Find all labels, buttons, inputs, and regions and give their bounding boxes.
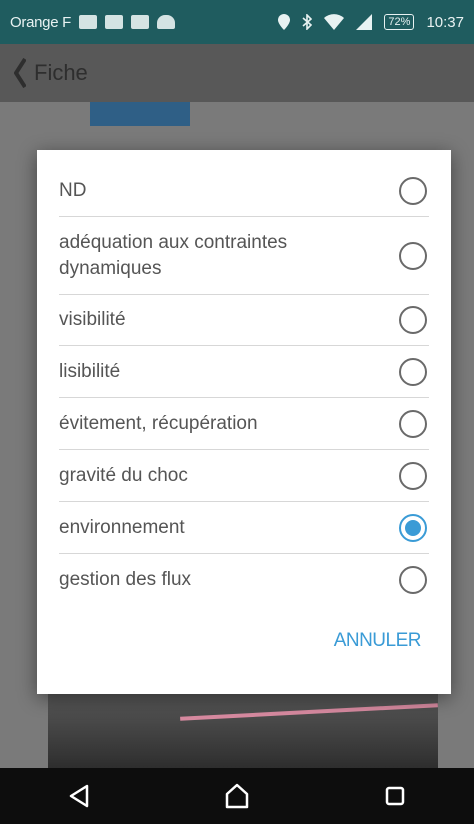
choice-dialog: ND adéquation aux contraintes dynamiques v… [37,150,451,694]
option-label: gravité du choc [59,464,188,486]
option-row[interactable]: lisibilité [59,346,429,398]
background-button [90,102,190,126]
radio-unchecked-icon[interactable] [399,241,427,270]
option-label: adéquation aux contraintes dynamiques [59,231,288,279]
option-label: ND [59,179,87,201]
carrier-label: Orange F [10,13,71,31]
status-right: 72% 10:37 [278,14,464,31]
back-button[interactable] [61,778,97,814]
option-label: visibilité [59,309,126,330]
gallery-icon [130,15,149,29]
option-row[interactable]: gravité du choc [59,450,429,502]
recents-button[interactable] [377,778,413,814]
option-row[interactable]: visibilité [59,295,429,346]
clock: 10:37 [426,13,464,31]
radio-unchecked-icon[interactable] [399,357,427,386]
battery-indicator: 72% [384,14,415,30]
radio-unchecked-icon[interactable] [399,409,427,438]
notification-icon [78,15,97,29]
option-row[interactable]: évitement, récupération [59,398,429,450]
app-bar: Fiche [0,44,474,102]
back-triangle-icon [69,784,89,808]
option-label: gestion des flux [59,569,192,590]
location-icon [278,14,291,30]
home-icon [225,783,249,809]
status-bar: Orange F 72% 10:37 [0,0,474,44]
radio-unchecked-icon[interactable] [399,461,427,490]
radio-unchecked-icon[interactable] [399,566,427,594]
option-row[interactable]: adéquation aux contraintes dynamiques [59,217,429,295]
option-label: évitement, récupération [59,412,258,434]
option-row[interactable]: ND [59,165,429,217]
radio-unchecked-icon[interactable] [399,306,427,334]
background-photo [48,690,438,768]
option-row[interactable]: environnement [59,502,429,554]
home-button[interactable] [219,778,255,814]
option-label: lisibilité [59,360,121,382]
radio-unchecked-icon[interactable] [399,176,427,205]
navigation-bar [0,768,474,824]
option-row[interactable]: gestion des flux [59,554,429,606]
bluetooth-icon [302,14,313,30]
wifi-icon [324,14,345,30]
radio-checked-icon[interactable] [399,513,427,542]
page-title: Fiche [34,60,88,85]
square-icon [385,786,405,806]
android-icon [156,15,175,29]
facebook-icon [104,15,123,29]
options-list: ND adéquation aux contraintes dynamiques v… [59,165,429,606]
signal-icon [356,14,373,30]
chevron-left-icon[interactable] [14,58,26,88]
option-label: environnement [59,516,185,538]
cancel-button[interactable]: ANNULER [334,630,422,652]
